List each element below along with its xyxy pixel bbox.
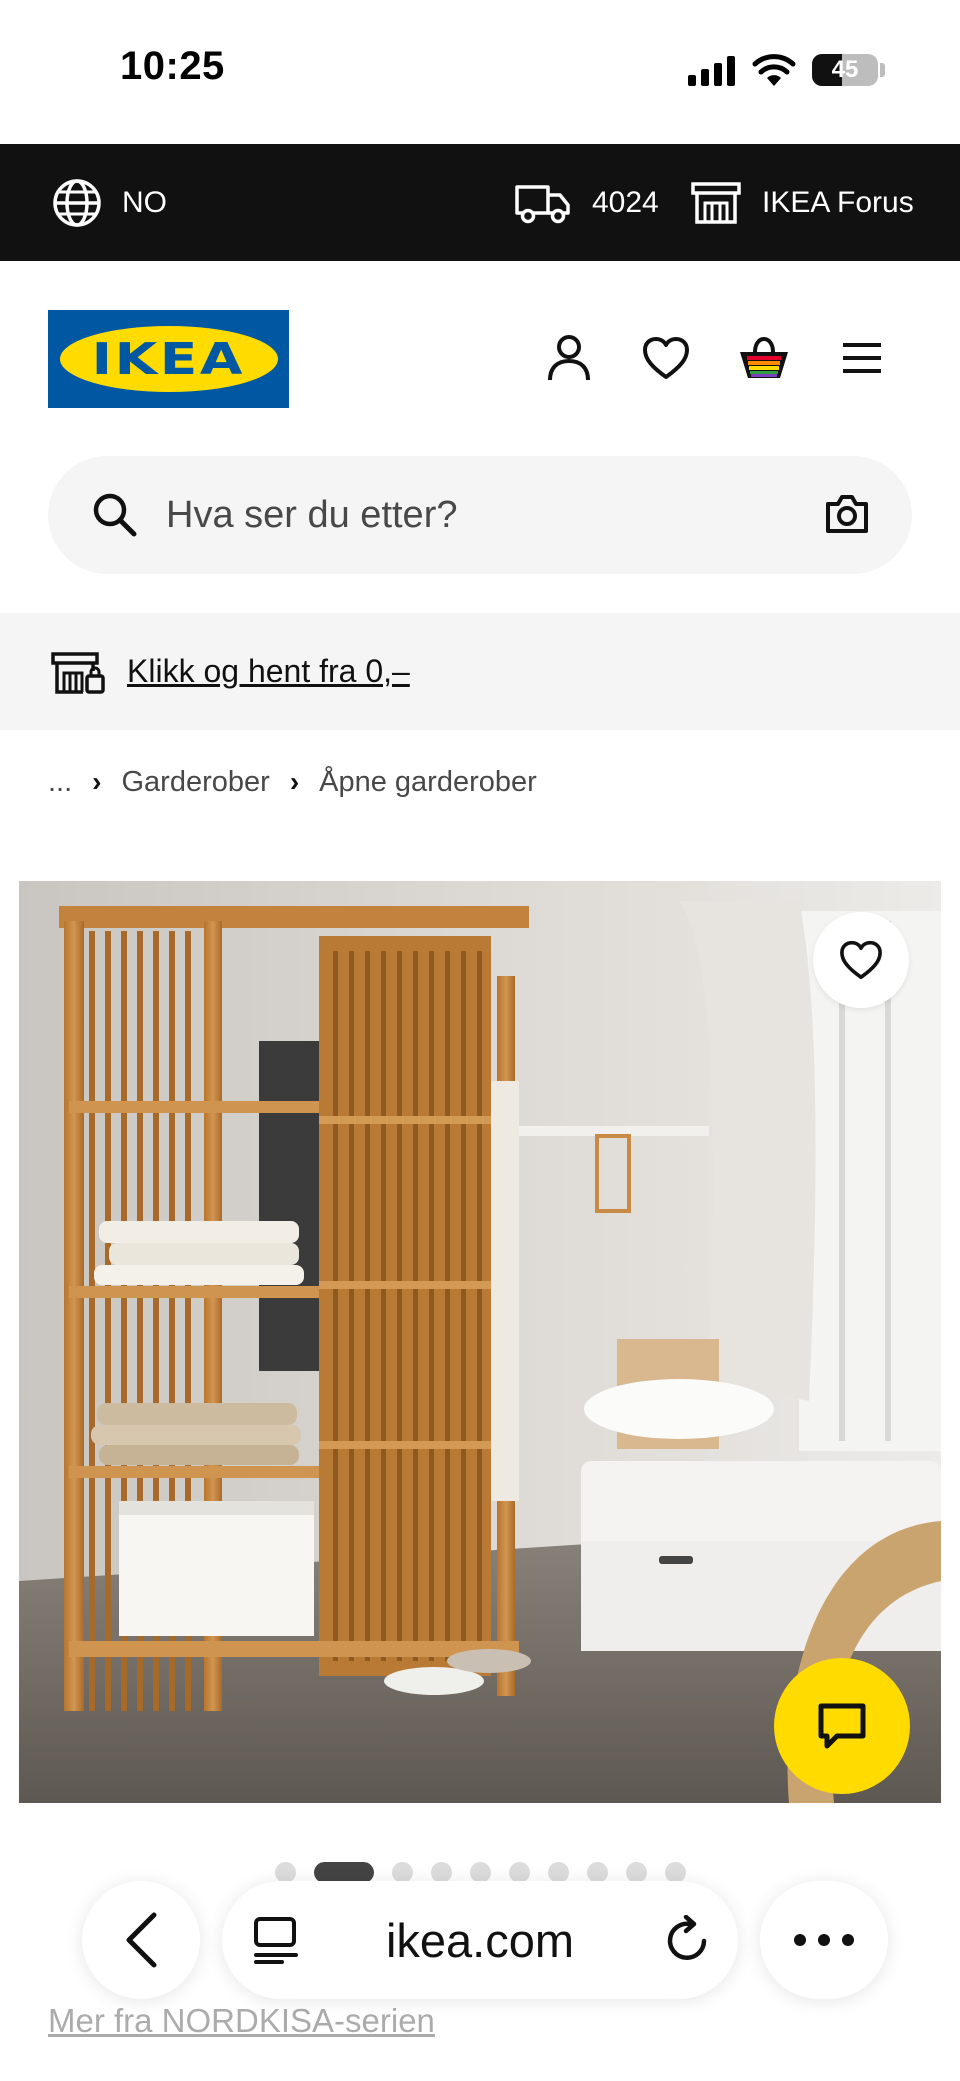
wifi-icon [752,54,796,86]
reload-icon[interactable] [664,1915,712,1965]
gallery-dot[interactable] [275,1861,296,1883]
store-label: IKEA Forus [762,185,914,219]
account-button[interactable] [541,330,597,386]
click-collect-link[interactable]: Klikk og hent fra 0,– [127,613,410,730]
logo-oval: IKEA [59,326,278,392]
chat-icon [818,1703,866,1749]
more-icon [794,1934,854,1946]
breadcrumb: ... › Garderober › Åpne garderober [48,760,537,804]
cellular-signal-icon [688,56,735,86]
browser-address-bar[interactable]: ikea.com [222,1881,738,1999]
search-field[interactable]: Hva ser du etter? [48,456,912,574]
gallery-dot[interactable] [587,1861,608,1883]
breadcrumb-item-apne-garderober[interactable]: Åpne garderober [319,766,537,799]
menu-button[interactable] [834,330,890,386]
favourites-button[interactable] [638,330,694,386]
battery-icon: 45 [812,54,878,86]
gallery-pagination [275,1861,686,1883]
top-utility-bar: NO 4024 IKEA Forus [0,144,960,261]
status-bar: 10:25 45 [0,0,960,144]
product-photo-illustration [19,881,941,1803]
product-image[interactable] [19,881,941,1803]
postal-code-label: 4024 [592,185,659,219]
chevron-left-icon [126,1912,157,1968]
basket-icon [740,336,788,378]
gallery-dot[interactable] [509,1861,530,1883]
click-collect-banner[interactable]: Klikk og hent fra 0,– [0,613,960,730]
camera-icon[interactable] [824,494,870,534]
search-placeholder: Hva ser du etter? [166,493,458,536]
add-to-favourites-button[interactable] [813,912,909,1008]
user-icon [548,335,590,381]
chevron-right-icon: › [289,766,300,797]
store-pickup-icon [51,652,105,694]
logo-text: IKEA [91,333,246,385]
gallery-dot[interactable] [470,1861,491,1883]
reader-mode-icon[interactable] [252,1915,300,1965]
language-selector[interactable]: NO [52,144,167,261]
gallery-dot[interactable] [548,1861,569,1883]
shopping-basket-button[interactable] [736,330,792,386]
heart-icon [643,337,689,379]
gallery-dot-active[interactable] [314,1861,374,1883]
delivery-postal-code[interactable]: 4024 [514,144,659,261]
store-selector[interactable]: IKEA Forus [690,144,914,261]
breadcrumb-ellipsis[interactable]: ... [48,766,72,799]
store-icon [691,181,741,224]
heart-icon [840,940,882,980]
browser-back-button[interactable] [82,1881,200,1999]
ikea-logo[interactable]: IKEA [48,310,289,408]
gallery-dot[interactable] [392,1861,413,1883]
battery-level: 45 [831,56,859,83]
breadcrumb-item-garderober[interactable]: Garderober [122,766,270,799]
battery-cap [880,63,885,77]
globe-icon [53,178,101,227]
gallery-dot[interactable] [665,1861,686,1883]
truck-icon [515,184,570,223]
menu-icon [843,343,881,373]
browser-more-button[interactable] [760,1881,888,1999]
chat-button[interactable] [774,1658,910,1794]
search-icon [93,493,137,537]
url-text: ikea.com [385,1913,575,1967]
gallery-dot[interactable] [431,1861,452,1883]
gallery-dot[interactable] [626,1861,647,1883]
status-time: 10:25 [120,44,225,88]
language-label: NO [122,185,167,219]
series-link[interactable]: Mer fra NORDKISA-serien [48,2002,435,2040]
chevron-right-icon: › [92,766,102,797]
